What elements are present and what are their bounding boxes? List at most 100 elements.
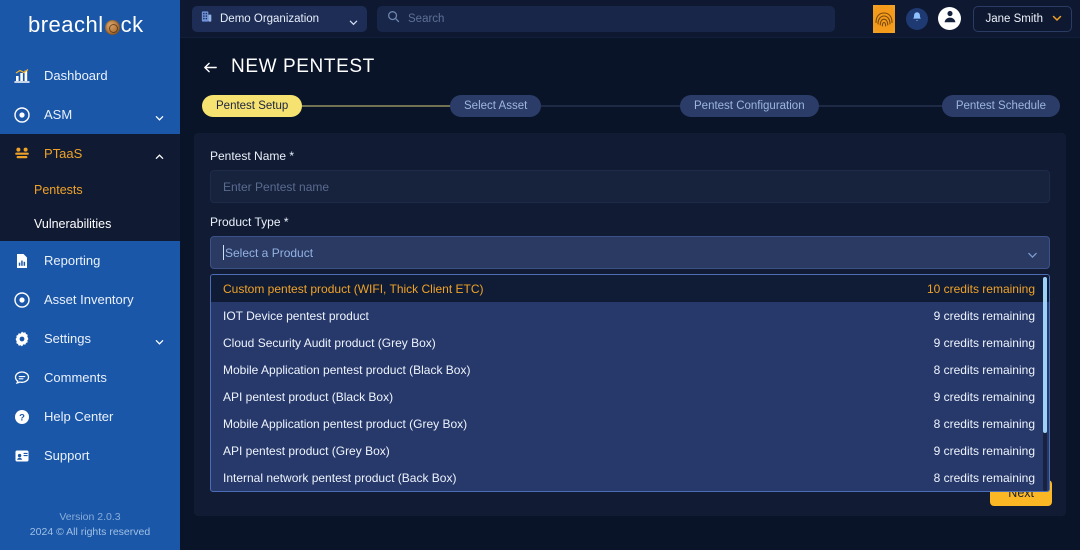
- chevron-down-icon[interactable]: [155, 334, 164, 345]
- building-icon: [200, 10, 213, 28]
- dropdown-scrollbar-thumb[interactable]: [1043, 277, 1047, 433]
- dropdown-option[interactable]: Mobile Application pentest product (Blac…: [211, 356, 1049, 383]
- brand-logo[interactable]: breachl ck: [0, 0, 180, 50]
- sidebar-item-asset-inventory[interactable]: Asset Inventory: [0, 280, 180, 319]
- card-body: Pentest Name * Product Type * Select a P…: [194, 133, 1066, 492]
- product-type-label: Product Type *: [210, 215, 289, 229]
- sidebar-item-asm[interactable]: ASM: [0, 95, 180, 134]
- organization-name: Demo Organization: [220, 12, 320, 25]
- stepper-step-label: Select Asset: [464, 100, 528, 112]
- sidebar-item-comments[interactable]: Comments: [0, 358, 180, 397]
- dropdown-option-credits: 8 credits remaining: [933, 416, 1035, 431]
- dropdown-option-credits: 8 credits remaining: [933, 470, 1035, 485]
- stepper-step-select-asset[interactable]: Select Asset: [450, 95, 542, 117]
- target-icon: [12, 105, 32, 125]
- stepper-step-pentest-configuration[interactable]: Pentest Configuration: [680, 95, 819, 117]
- search-input[interactable]: [408, 12, 825, 25]
- report-document-icon: [12, 251, 32, 271]
- user-name: Jane Smith: [985, 12, 1043, 25]
- sidebar-item-label: Dashboard: [44, 68, 108, 83]
- product-type-select[interactable]: Select a Product: [210, 236, 1050, 269]
- search-icon: [387, 10, 400, 28]
- sidebar-item-label: Asset Inventory: [44, 292, 134, 307]
- dropdown-option[interactable]: Custom pentest product (WIFI, Thick Clie…: [211, 275, 1049, 302]
- sidebar-item-label: PTaaS: [44, 146, 83, 161]
- fingerprint-scan-icon[interactable]: [872, 2, 896, 36]
- sidebar-group-ptaas: PTaaS Pentests Vulnerabilities: [0, 134, 180, 241]
- gear-icon: [12, 329, 32, 349]
- sidebar-item-dashboard[interactable]: Dashboard: [0, 56, 180, 95]
- sidebar-item-vulnerabilities[interactable]: Vulnerabilities: [0, 207, 180, 241]
- stepper-step-label: Pentest Schedule: [955, 100, 1046, 112]
- chevron-up-icon[interactable]: [155, 149, 164, 159]
- sidebar-item-support[interactable]: Support: [0, 436, 180, 475]
- users-group-icon: [12, 144, 32, 164]
- logo-part-2: ck: [120, 12, 144, 37]
- sidebar: breachl ck Dashboard ASM PTaaS Pentests …: [0, 0, 180, 550]
- dropdown-option-label: Mobile Application pentest product (Grey…: [223, 416, 468, 431]
- sidebar-item-pentests[interactable]: Pentests: [0, 173, 180, 207]
- pentest-name-input[interactable]: [210, 170, 1050, 203]
- dropdown-option-label: IOT Device pentest product: [223, 308, 369, 323]
- stepper: Pentest Setup Select Asset Pentest Confi…: [194, 93, 1066, 119]
- sidebar-item-label: Support: [44, 448, 90, 463]
- svg-text:?: ?: [19, 412, 25, 423]
- sidebar-item-label: Comments: [44, 370, 107, 385]
- sidebar-item-settings[interactable]: Settings: [0, 319, 180, 358]
- pentest-setup-card: Pentest Name * Product Type * Select a P…: [194, 133, 1066, 516]
- dropdown-option[interactable]: API pentest product (Grey Box) 9 credits…: [211, 437, 1049, 464]
- dropdown-option-label: Cloud Security Audit product (Grey Box): [223, 335, 436, 350]
- bell-icon: [911, 10, 923, 28]
- dropdown-option-label: Mobile Application pentest product (Blac…: [223, 362, 471, 377]
- notifications-button[interactable]: [906, 7, 929, 30]
- dropdown-option[interactable]: API pentest product (Black Box) 9 credit…: [211, 383, 1049, 410]
- page-title: NEW PENTEST: [231, 56, 375, 77]
- chevron-down-icon[interactable]: [155, 110, 164, 121]
- sidebar-subitem-label: Pentests: [34, 183, 83, 197]
- avatar[interactable]: [938, 7, 962, 30]
- sidebar-item-label: Settings: [44, 331, 91, 346]
- dropdown-option[interactable]: Cloud Security Audit product (Grey Box) …: [211, 329, 1049, 356]
- dropdown-option-credits: 8 credits remaining: [933, 362, 1035, 377]
- dropdown-option-label: API pentest product (Grey Box): [223, 443, 390, 458]
- sidebar-item-help-center[interactable]: ? Help Center: [0, 397, 180, 436]
- app-root: breachl ck Dashboard ASM PTaaS Pentests …: [0, 0, 1080, 550]
- dropdown-option[interactable]: Internal network pentest product (Back B…: [211, 464, 1049, 491]
- sidebar-item-label: ASM: [44, 107, 73, 122]
- chevron-down-icon[interactable]: [349, 14, 358, 26]
- stepper-step-label: Pentest Setup: [216, 100, 289, 112]
- question-circle-icon: ?: [12, 407, 32, 427]
- topbar: Demo Organization Search Jane Smith: [180, 0, 1080, 38]
- sidebar-subitem-label: Vulnerabilities: [34, 217, 112, 231]
- support-headset-icon: [12, 446, 32, 466]
- dropdown-option[interactable]: IOT Device pentest product 9 credits rem…: [211, 302, 1049, 329]
- lock-icon: [104, 19, 120, 35]
- sidebar-nav: Dashboard ASM PTaaS Pentests Vulnerabili…: [0, 56, 180, 510]
- stepper-step-pentest-setup[interactable]: Pentest Setup: [202, 95, 303, 117]
- stepper-step-label: Pentest Configuration: [694, 100, 805, 112]
- dropdown-option-credits: 9 credits remaining: [933, 443, 1035, 458]
- sidebar-item-label: Reporting: [44, 253, 101, 268]
- product-type-select-wrap: Select a Product Custom pentest product …: [210, 236, 1050, 492]
- organization-selector[interactable]: Demo Organization: [192, 5, 367, 32]
- arrow-left-icon[interactable]: [202, 59, 219, 76]
- stepper-step-pentest-schedule[interactable]: Pentest Schedule: [941, 95, 1060, 117]
- dropdown-scrollbar[interactable]: [1043, 277, 1047, 491]
- sidebar-item-ptaas[interactable]: PTaaS: [0, 134, 180, 173]
- logo-part-1: breachl: [28, 12, 104, 37]
- dropdown-option-credits: 9 credits remaining: [933, 308, 1035, 323]
- brand-logo-text: breachl ck: [28, 12, 144, 38]
- dropdown-option-credits: 9 credits remaining: [933, 389, 1035, 404]
- product-type-dropdown: Custom pentest product (WIFI, Thick Clie…: [210, 274, 1050, 492]
- search-box[interactable]: [377, 5, 835, 32]
- user-menu[interactable]: Jane Smith: [973, 5, 1072, 32]
- text-caret: [223, 245, 224, 260]
- dropdown-option-label: Custom pentest product (WIFI, Thick Clie…: [223, 281, 484, 296]
- chevron-down-icon[interactable]: [1027, 247, 1038, 258]
- chevron-down-icon[interactable]: [1052, 10, 1062, 28]
- copyright-text: 2024 © All rights reserved: [29, 526, 151, 538]
- dropdown-option[interactable]: Mobile Application pentest product (Grey…: [211, 410, 1049, 437]
- sidebar-item-reporting[interactable]: Reporting: [0, 241, 180, 280]
- main-area: Demo Organization Search Jane Smith NEW …: [180, 0, 1080, 550]
- app-version: Version 2.0.3: [59, 511, 121, 523]
